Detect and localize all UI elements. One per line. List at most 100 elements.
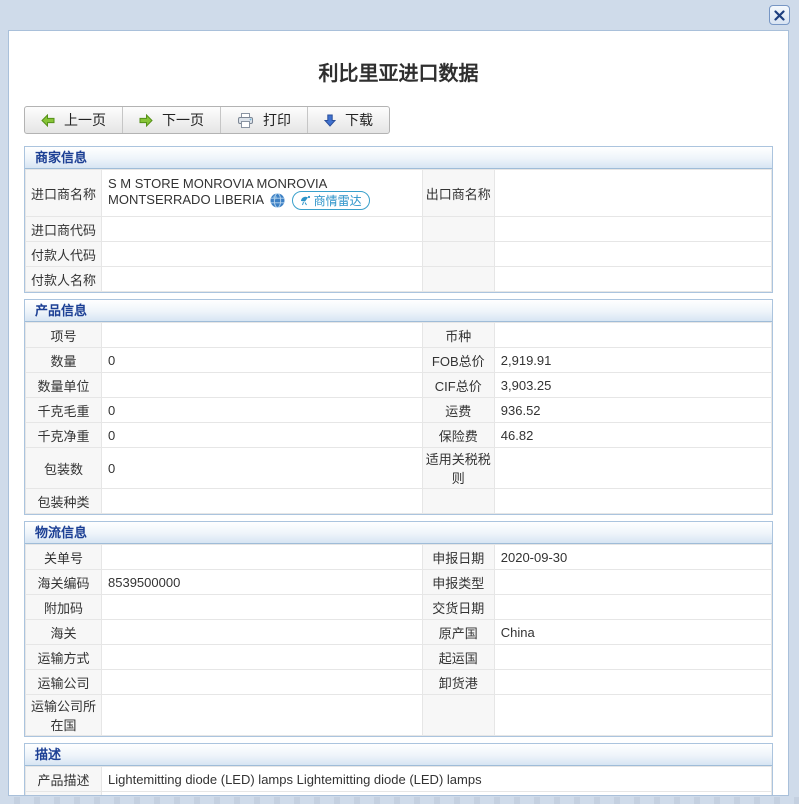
package-type-label: 包装种类: [25, 488, 102, 514]
currency-label: 币种: [421, 322, 495, 348]
table-row: 运输公司所在国: [25, 694, 773, 736]
quantity-label: 数量: [25, 347, 102, 373]
quantity-unit-value: [101, 372, 423, 398]
payer-name-label: 付款人名称: [25, 266, 102, 292]
delivery-date-value: [493, 594, 773, 620]
item-no-label: 项号: [25, 322, 102, 348]
table-row: 包装种类: [25, 488, 773, 514]
currency-value: [493, 322, 773, 348]
origin-country-value: China: [493, 619, 773, 645]
radar-dish-icon: [300, 195, 311, 206]
table-row: 运输方式 起运国: [25, 644, 773, 670]
table-row: 项号 币种: [25, 322, 773, 348]
transport-company-value: [101, 669, 423, 695]
declare-date-value: 2020-09-30: [493, 544, 773, 570]
quantity-unit-label: 数量单位: [25, 372, 102, 398]
section-logistics-header: 物流信息: [25, 522, 772, 544]
section-product-header: 产品信息: [25, 300, 772, 322]
toolbar: 上一页 下一页 打印 下载: [24, 106, 390, 134]
fob-total-label: FOB总价: [421, 347, 495, 373]
globe-icon[interactable]: [270, 193, 285, 208]
transport-mode-value: [101, 644, 423, 670]
payer-name-value: [101, 266, 423, 292]
merchant-table: 进口商名称 S M STORE MONROVIA MONROVIA MONTSE…: [25, 169, 773, 292]
page-title: 利比里亚进口数据: [318, 63, 479, 85]
download-label: 下载: [345, 112, 373, 128]
importer-code-label: 进口商代码: [25, 216, 102, 242]
section-description-header: 描述: [25, 744, 772, 766]
description-table: 产品描述 Lightemitting diode (LED) lamps Lig…: [25, 766, 772, 795]
discharge-port-value: [493, 669, 773, 695]
empty-value-cell: [493, 266, 773, 292]
departure-country-value: [493, 644, 773, 670]
discharge-port-label: 卸货港: [421, 669, 495, 695]
hs-code-value: 8539500000: [101, 569, 423, 595]
item-no-value: [101, 322, 423, 348]
table-row: 数量单位 CIF总价 3,903.25: [25, 372, 773, 398]
table-row: 包装数 0 适用关税税则: [25, 447, 773, 489]
table-row: 附加码 交货日期: [25, 594, 773, 620]
empty-label-cell: [421, 266, 495, 292]
extra-code-label: 附加码: [25, 594, 102, 620]
departure-country-label: 起运国: [421, 644, 495, 670]
customs-doc-no-value: [101, 544, 423, 570]
table-row: 关单号 申报日期 2020-09-30: [25, 544, 773, 570]
empty-label-cell: [421, 694, 495, 736]
background-bottom-strip: [0, 797, 799, 804]
empty-value-cell: [493, 488, 773, 514]
tariff-rule-value: [493, 447, 773, 489]
net-weight-value: 0: [101, 422, 423, 448]
package-count-value: 0: [101, 447, 423, 489]
dialog-panel: 利比里亚进口数据 上一页 下一页 打印 下载 商家信息 进口商名称 S M ST…: [8, 30, 789, 796]
print-button[interactable]: 打印: [220, 107, 307, 133]
next-page-button[interactable]: 下一页: [122, 107, 220, 133]
cif-total-label: CIF总价: [421, 372, 495, 398]
table-row: 数量 0 FOB总价 2,919.91: [25, 347, 773, 373]
package-type-value: [101, 488, 423, 514]
exporter-name-label: 出口商名称: [421, 169, 495, 217]
section-product-info: 产品信息 项号 币种 数量 0 FOB总价 2,919.91 数量单位 CIF总…: [24, 299, 773, 515]
logistics-table: 关单号 申报日期 2020-09-30 海关编码 8539500000 申报类型…: [25, 544, 773, 736]
table-row: 海关 原产国 China: [25, 619, 773, 645]
declare-type-label: 申报类型: [421, 569, 495, 595]
payer-code-value: [101, 241, 423, 267]
table-row: 运输公司 卸货港: [25, 669, 773, 695]
green-left-arrow-icon: [41, 113, 55, 127]
package-count-label: 包装数: [25, 447, 102, 489]
quantity-value: 0: [101, 347, 423, 373]
cif-total-value: 3,903.25: [493, 372, 773, 398]
importer-code-value: [101, 216, 423, 242]
hs-code-label: 海关编码: [25, 569, 102, 595]
download-button[interactable]: 下载: [307, 107, 389, 133]
prev-page-button[interactable]: 上一页: [25, 107, 122, 133]
product-description-label: 产品描述: [25, 766, 102, 792]
table-row: 产品描述 Lightemitting diode (LED) lamps Lig…: [25, 766, 772, 792]
blue-down-arrow-icon: [324, 114, 336, 127]
exporter-name-value: [493, 169, 773, 217]
print-label: 打印: [263, 112, 291, 128]
close-icon: [774, 9, 785, 21]
section-merchant-header: 商家信息: [25, 147, 772, 169]
transport-company-country-label: 运输公司所在国: [25, 694, 102, 736]
close-button[interactable]: [769, 5, 790, 25]
insurance-value: 46.82: [493, 422, 773, 448]
freight-label: 运费: [421, 397, 495, 423]
empty-value-cell: [493, 694, 773, 736]
extra-code-value: [101, 594, 423, 620]
green-right-arrow-icon: [139, 113, 153, 127]
printer-icon: [237, 112, 254, 128]
importer-name-label: 进口商名称: [25, 169, 102, 217]
table-row: 编码描述 Lightemitting diode (LED) lamps Lig…: [25, 791, 772, 795]
empty-value-cell: [493, 216, 773, 242]
table-row: 进口商名称 S M STORE MONROVIA MONROVIA MONTSE…: [25, 169, 773, 217]
empty-label-cell: [421, 216, 495, 242]
section-logistics-info: 物流信息 关单号 申报日期 2020-09-30 海关编码 8539500000…: [24, 521, 773, 737]
table-row: 付款人代码: [25, 241, 773, 267]
radar-badge[interactable]: 商情雷达: [291, 191, 370, 210]
gross-weight-value: 0: [101, 397, 423, 423]
importer-name-value: S M STORE MONROVIA MONROVIA MONTSERRADO …: [101, 169, 423, 217]
product-table: 项号 币种 数量 0 FOB总价 2,919.91 数量单位 CIF总价 3,9…: [25, 322, 773, 514]
origin-country-label: 原产国: [421, 619, 495, 645]
table-row: 千克净重 0 保险费 46.82: [25, 422, 773, 448]
customs-doc-no-label: 关单号: [25, 544, 102, 570]
